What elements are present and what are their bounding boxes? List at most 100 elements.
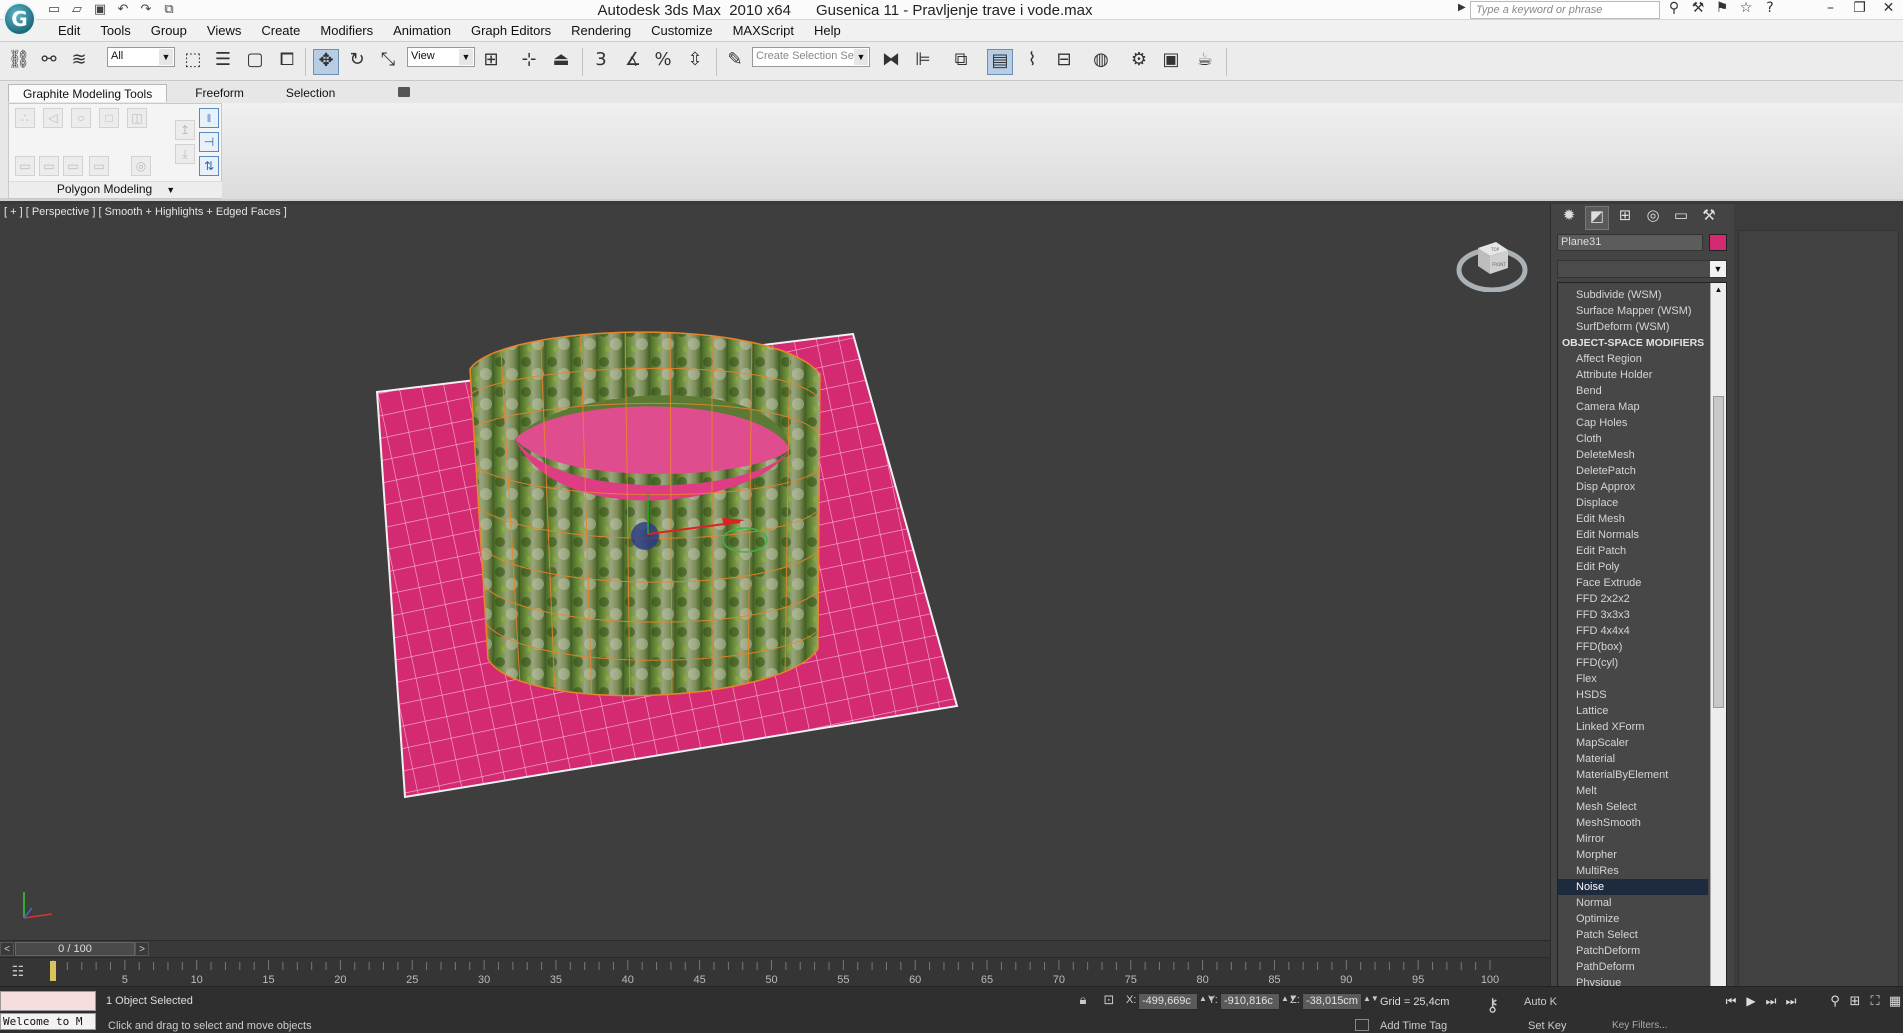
reference-coordinate-select[interactable]: View ▼ [407, 47, 475, 67]
menu-create[interactable]: Create [251, 23, 310, 38]
soft-selection-icon[interactable]: ◎ [131, 156, 151, 176]
auto-key-button[interactable]: Auto K [1524, 996, 1557, 1008]
preview-selection-icon[interactable]: ▭ [63, 156, 83, 176]
chevron-down-icon[interactable]: ▼ [1710, 261, 1726, 277]
select-and-move-icon[interactable]: ✥ [313, 49, 339, 75]
modifier-item-bend[interactable]: Bend [1558, 383, 1708, 399]
render-setup-icon[interactable]: ⚙ [1126, 49, 1152, 75]
viewcube[interactable]: TOP FRONT [1456, 234, 1528, 292]
modifier-item-optimize[interactable]: Optimize [1558, 911, 1708, 927]
time-tag-icon[interactable] [1355, 1019, 1369, 1031]
grass-cylinder[interactable] [469, 314, 821, 710]
selection-filter-select[interactable]: All ▼ [107, 47, 175, 67]
project-folder-icon[interactable]: ⧉ [159, 1, 179, 18]
modifier-item-morpher[interactable]: Morpher [1558, 847, 1708, 863]
menu-edit[interactable]: Edit [48, 23, 90, 38]
minimize-icon[interactable]: – [1816, 0, 1845, 19]
time-slider-thumb[interactable]: 0 / 100 [15, 942, 135, 956]
modifier-item-hsds[interactable]: HSDS [1558, 687, 1708, 703]
modifier-item-ffd-cyl[interactable]: FFD(cyl) [1558, 655, 1708, 671]
modifier-item-mapscaler[interactable]: MapScaler [1558, 735, 1708, 751]
modifier-item-edit-patch[interactable]: Edit Patch [1558, 543, 1708, 559]
modifier-item-mesh-select[interactable]: Mesh Select [1558, 799, 1708, 815]
modifier-item-edit-normals[interactable]: Edit Normals [1558, 527, 1708, 543]
select-manipulate-icon[interactable]: ⊹ [516, 49, 542, 75]
tab-freeform[interactable]: Freeform [167, 84, 272, 102]
modifier-item-deletepatch[interactable]: DeletePatch [1558, 463, 1708, 479]
select-and-scale-icon[interactable]: ⤡ [375, 49, 401, 75]
modifier-item-ffd-3x3x3[interactable]: FFD 3x3x3 [1558, 607, 1708, 623]
modifier-item-lattice[interactable]: Lattice [1558, 703, 1708, 719]
modifier-item-attribute-holder[interactable]: Attribute Holder [1558, 367, 1708, 383]
modifier-item-edit-poly[interactable]: Edit Poly [1558, 559, 1708, 575]
key-icon[interactable]: ⚷ [1486, 995, 1499, 1016]
scroll-up-icon[interactable]: ▲ [1711, 283, 1726, 297]
new-file-icon[interactable]: ▭ [44, 1, 64, 18]
modify-mode-icon[interactable]: ▭ [15, 156, 35, 176]
polygon-icon[interactable]: □ [99, 108, 119, 128]
perspective-viewport[interactable]: [ + ] [ Perspective ] [ Smooth + Highlig… [0, 204, 1550, 940]
menu-views[interactable]: Views [197, 23, 251, 38]
save-file-icon[interactable]: ▣ [90, 1, 110, 18]
close-icon[interactable]: ✕ [1874, 0, 1903, 19]
selection-lock-icon[interactable]: 🔒︎ [1074, 993, 1092, 1009]
modifier-item-linked-xform[interactable]: Linked XForm [1558, 719, 1708, 735]
utilities-tab-icon[interactable]: ⚒ [1697, 206, 1721, 230]
object-color-swatch[interactable] [1709, 234, 1727, 251]
menu-tools[interactable]: Tools [90, 23, 140, 38]
menu-graph-editors[interactable]: Graph Editors [461, 23, 561, 38]
spinner-snap-icon[interactable]: ⇳ [682, 49, 708, 75]
tab-graphite-modeling-tools[interactable]: Graphite Modeling Tools [8, 84, 168, 102]
edit-named-selection-icon[interactable]: ✎ [722, 49, 748, 75]
zoom-all-icon[interactable]: ⊞ [1846, 993, 1864, 1011]
modify-tab-icon[interactable]: ◩ [1585, 206, 1609, 230]
current-frame-marker[interactable] [50, 961, 56, 981]
layer-manager-icon[interactable]: ⧉ [948, 49, 974, 75]
modifier-item-ffd-4x4x4[interactable]: FFD 4x4x4 [1558, 623, 1708, 639]
snap-toggle-icon[interactable]: 3 [588, 49, 614, 75]
modifier-item-displace[interactable]: Displace [1558, 495, 1708, 511]
collapse-stack-icon[interactable]: ↥ [175, 120, 195, 140]
modifier-item-melt[interactable]: Melt [1558, 783, 1708, 799]
window-crossing-icon[interactable]: ⧠ [274, 49, 300, 75]
modifier-item-patchdeform[interactable]: PatchDeform [1558, 943, 1708, 959]
curve-editor-icon[interactable]: ⌇ [1019, 49, 1045, 75]
use-displacement-icon[interactable]: ▭ [89, 156, 109, 176]
maxscript-mini-listener[interactable] [0, 991, 96, 1011]
viewcube-front[interactable]: FRONT [1492, 262, 1506, 267]
zoom-extents-all-icon[interactable]: ▦ [1886, 993, 1903, 1011]
binoculars-icon[interactable]: ⚲ [1664, 0, 1684, 19]
select-and-link-icon[interactable]: ⛓ [6, 49, 32, 75]
rectangular-selection-icon[interactable]: ▢ [242, 49, 268, 75]
tab-selection[interactable]: Selection [272, 84, 349, 102]
element-icon[interactable]: ◫ [127, 108, 147, 128]
unlink-icon[interactable]: ⚯ [36, 49, 62, 75]
border-icon[interactable]: ○ [71, 108, 91, 128]
menu-animation[interactable]: Animation [383, 23, 461, 38]
display-tab-icon[interactable]: ▭ [1669, 206, 1693, 230]
modifier-item-subdivide-wsm[interactable]: Subdivide (WSM) [1558, 287, 1708, 303]
object-name-field[interactable]: Plane31 [1557, 234, 1703, 251]
pin-stack-icon[interactable]: ⊣ [199, 132, 219, 152]
scroll-thumb[interactable] [1713, 396, 1724, 708]
track-bar[interactable]: ☷ 5 10 15 20 25 30 35 40 45 50 55 60 65 70 75 80 85 90 95 1… [0, 957, 1550, 986]
modifier-item-edit-mesh[interactable]: Edit Mesh [1558, 511, 1708, 527]
spinner-icon[interactable]: ▲▼ [1363, 994, 1379, 1003]
angle-snap-icon[interactable]: ∡ [620, 49, 646, 75]
modifier-item-cloth[interactable]: Cloth [1558, 431, 1708, 447]
hierarchy-tab-icon[interactable]: ⊞ [1613, 206, 1637, 230]
restore-icon[interactable]: ❐ [1845, 0, 1874, 19]
modifier-item-meshsmooth[interactable]: MeshSmooth [1558, 815, 1708, 831]
set-key-button[interactable]: Set Key [1528, 1020, 1567, 1032]
menu-maxscript[interactable]: MAXScript [723, 23, 804, 38]
ribbon-panel-label[interactable]: Polygon Modeling ▼ [9, 181, 223, 198]
modifier-item-flex[interactable]: Flex [1558, 671, 1708, 687]
help-icon[interactable]: ? [1760, 0, 1780, 19]
zoom-extents-icon[interactable]: ⛶ [1866, 993, 1884, 1011]
motion-tab-icon[interactable]: ◎ [1641, 206, 1665, 230]
modifier-item-noise[interactable]: Noise [1558, 879, 1708, 895]
modifier-item-pathdeform[interactable]: PathDeform [1558, 959, 1708, 975]
absolute-mode-icon[interactable]: ⊡ [1100, 993, 1118, 1009]
ignore-backfacing-icon[interactable]: ▭ [39, 156, 59, 176]
keyboard-shortcut-override-icon[interactable]: ⏏ [548, 49, 574, 75]
